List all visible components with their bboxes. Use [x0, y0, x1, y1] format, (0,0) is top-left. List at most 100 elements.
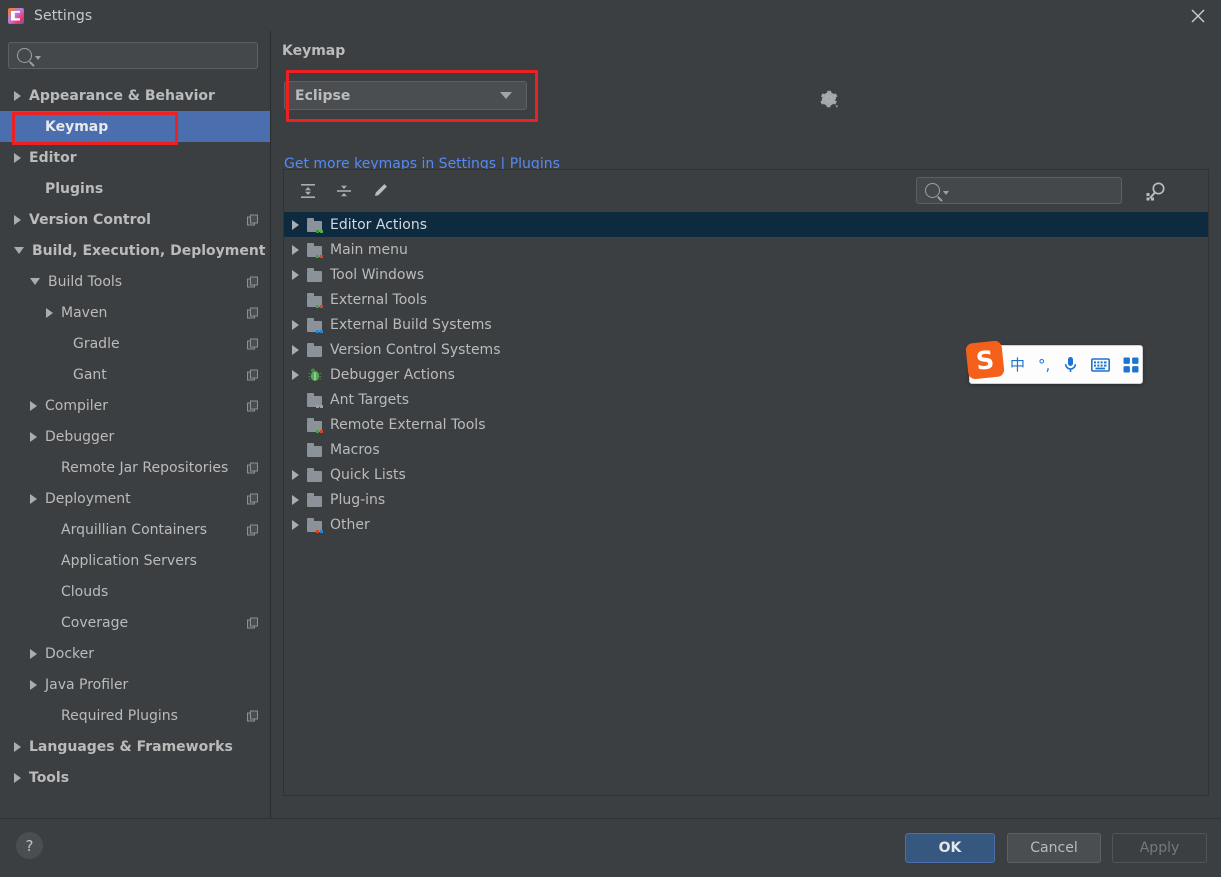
sidebar-item-editor[interactable]: Editor — [0, 142, 270, 173]
keymap-select[interactable]: Eclipse — [284, 81, 527, 110]
chevron-right-icon[interactable] — [30, 648, 37, 659]
action-group-row[interactable]: Plug-ins — [284, 487, 1208, 512]
find-by-shortcut-icon[interactable] — [1144, 180, 1168, 202]
sidebar-item-required-plugins[interactable]: Required Plugins — [0, 700, 270, 731]
sidebar-item-label: Gradle — [73, 335, 120, 352]
edit-pencil-icon[interactable] — [366, 177, 394, 205]
chevron-down-icon[interactable] — [30, 278, 40, 285]
action-group-row[interactable]: External Build Systems — [284, 312, 1208, 337]
action-group-label: Other — [330, 516, 370, 533]
sidebar-item-tools[interactable]: Tools — [0, 762, 270, 793]
chevron-right-icon[interactable] — [14, 772, 21, 783]
cancel-button[interactable]: Cancel — [1007, 833, 1101, 863]
copy-settings-icon[interactable] — [247, 307, 258, 318]
action-group-row[interactable]: Tool Windows — [284, 262, 1208, 287]
sidebar-item-deployment[interactable]: Deployment — [0, 483, 270, 514]
chinese-mode-icon[interactable]: 中 — [1010, 353, 1025, 377]
sidebar-item-label: Languages & Frameworks — [29, 738, 233, 755]
chevron-right-icon[interactable] — [292, 494, 301, 505]
actions-toolbar — [284, 170, 1208, 212]
sidebar-item-label: Deployment — [45, 490, 131, 507]
copy-settings-icon[interactable] — [247, 276, 258, 287]
chevron-down-icon[interactable] — [14, 247, 24, 254]
copy-settings-icon[interactable] — [247, 617, 258, 628]
sidebar-item-gant[interactable]: Gant — [0, 359, 270, 390]
sidebar-item-keymap[interactable]: Keymap — [0, 111, 270, 142]
chevron-right-icon[interactable] — [292, 469, 301, 480]
keyboard-icon[interactable] — [1091, 353, 1111, 377]
close-icon[interactable] — [1175, 0, 1221, 31]
action-group-row[interactable]: Quick Lists — [284, 462, 1208, 487]
microphone-icon[interactable] — [1063, 353, 1078, 377]
app-grid-icon[interactable] — [1123, 353, 1139, 377]
actions-tree: Editor Actions Main menu Tool Windows Exter… — [284, 212, 1208, 795]
chevron-right-icon[interactable] — [30, 431, 37, 442]
chevron-right-icon[interactable] — [292, 369, 301, 380]
find-actions-input[interactable] — [916, 177, 1122, 204]
chevron-right-icon[interactable] — [30, 400, 37, 411]
sidebar-item-build-tools[interactable]: Build Tools — [0, 266, 270, 297]
chevron-down-icon — [500, 92, 512, 99]
action-group-row[interactable]: Ant Targets — [284, 387, 1208, 412]
action-group-label: Version Control Systems — [330, 341, 501, 358]
action-group-row[interactable]: Macros — [284, 437, 1208, 462]
sidebar-item-label: Editor — [29, 149, 77, 166]
sidebar-item-application-servers[interactable]: Application Servers — [0, 545, 270, 576]
chevron-right-icon[interactable] — [292, 319, 301, 330]
copy-settings-icon[interactable] — [247, 493, 258, 504]
sidebar-item-docker[interactable]: Docker — [0, 638, 270, 669]
chevron-right-icon[interactable] — [14, 214, 21, 225]
chevron-right-icon[interactable] — [30, 493, 37, 504]
chevron-right-icon[interactable] — [46, 307, 53, 318]
action-group-row[interactable]: External Tools — [284, 287, 1208, 312]
collapse-all-icon[interactable] — [330, 177, 358, 205]
chevron-right-icon[interactable] — [292, 269, 301, 280]
sidebar-item-coverage[interactable]: Coverage — [0, 607, 270, 638]
copy-settings-icon[interactable] — [247, 338, 258, 349]
copy-settings-icon[interactable] — [247, 369, 258, 380]
action-group-row[interactable]: Remote External Tools — [284, 412, 1208, 437]
sidebar-item-debugger[interactable]: Debugger — [0, 421, 270, 452]
expand-all-icon[interactable] — [294, 177, 322, 205]
action-group-row[interactable]: Other — [284, 512, 1208, 537]
copy-settings-icon[interactable] — [247, 400, 258, 411]
copy-settings-icon[interactable] — [247, 710, 258, 721]
chevron-right-icon[interactable] — [292, 244, 301, 255]
chevron-right-icon[interactable] — [292, 344, 301, 355]
chevron-right-icon[interactable] — [30, 679, 37, 690]
sidebar-item-build-execution-deployment[interactable]: Build, Execution, Deployment — [0, 235, 270, 266]
copy-settings-icon[interactable] — [247, 524, 258, 535]
sogou-logo-icon[interactable]: S — [965, 340, 1005, 380]
sidebar-item-java-profiler[interactable]: Java Profiler — [0, 669, 270, 700]
sidebar-item-compiler[interactable]: Compiler — [0, 390, 270, 421]
action-group-row[interactable]: Main menu — [284, 237, 1208, 262]
sidebar-item-maven[interactable]: Maven — [0, 297, 270, 328]
chevron-right-icon[interactable] — [14, 90, 21, 101]
chevron-right-icon[interactable] — [292, 219, 301, 230]
sidebar-item-gradle[interactable]: Gradle — [0, 328, 270, 359]
chevron-down-icon — [943, 191, 949, 195]
sidebar-item-plugins[interactable]: Plugins — [0, 173, 270, 204]
sidebar-item-remote-jar-repositories[interactable]: Remote Jar Repositories — [0, 452, 270, 483]
sidebar-search-input[interactable] — [8, 42, 258, 69]
chevron-right-icon[interactable] — [292, 519, 301, 530]
chevron-right-icon[interactable] — [14, 152, 21, 163]
sidebar-item-version-control[interactable]: Version Control — [0, 204, 270, 235]
action-group-row[interactable]: Editor Actions — [284, 212, 1208, 237]
sidebar-item-arquillian-containers[interactable]: Arquillian Containers — [0, 514, 270, 545]
sidebar-item-appearance-behavior[interactable]: Appearance & Behavior — [0, 80, 270, 111]
sidebar-item-languages-frameworks[interactable]: Languages & Frameworks — [0, 731, 270, 762]
apply-button[interactable]: Apply — [1112, 833, 1207, 863]
ok-button[interactable]: OK — [905, 833, 995, 863]
bug-icon — [307, 367, 323, 383]
sidebar-item-label: Compiler — [45, 397, 109, 414]
copy-settings-icon[interactable] — [247, 214, 258, 225]
gear-icon[interactable] — [817, 87, 841, 111]
sidebar-item-clouds[interactable]: Clouds — [0, 576, 270, 607]
chevron-right-icon[interactable] — [14, 741, 21, 752]
help-button[interactable]: ? — [16, 832, 43, 859]
copy-settings-icon[interactable] — [247, 462, 258, 473]
punctuation-mode-icon[interactable]: °, — [1038, 353, 1050, 377]
